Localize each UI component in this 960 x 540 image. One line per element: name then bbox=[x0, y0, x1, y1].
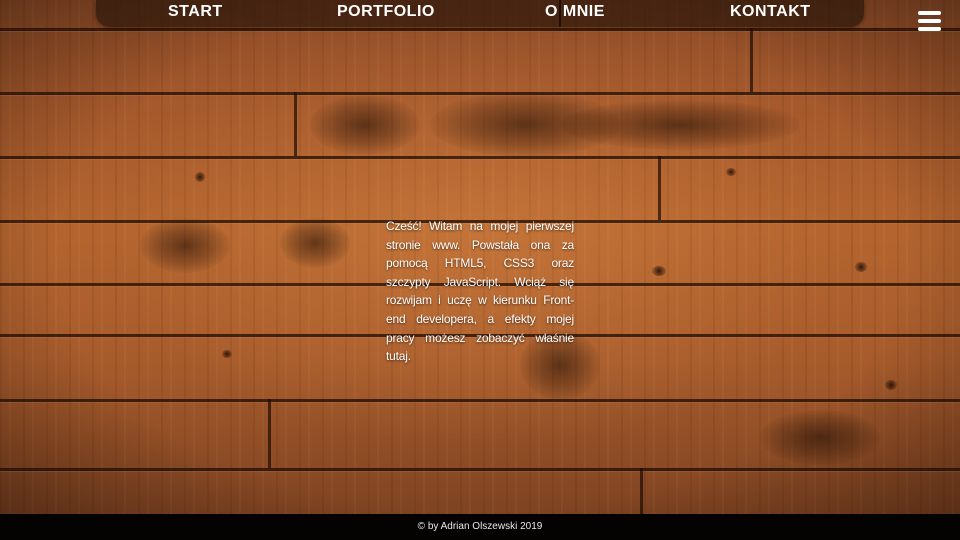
plank-joint bbox=[640, 468, 643, 514]
hamburger-bar bbox=[918, 19, 941, 23]
wood-stain bbox=[760, 410, 880, 465]
wood-stain bbox=[560, 100, 800, 150]
nav-link-start[interactable]: START bbox=[168, 3, 223, 21]
footer-copyright: © by Adrian Olszewski 2019 bbox=[417, 521, 543, 532]
wood-knot bbox=[195, 172, 205, 182]
intro-text: Cześć! Witam na mojej pierwszej stronie … bbox=[386, 219, 574, 364]
plank-seam bbox=[0, 156, 960, 159]
plank-seam bbox=[0, 468, 960, 471]
nav-link-o-mnie[interactable]: O MNIE bbox=[545, 3, 605, 21]
plank-joint bbox=[268, 399, 271, 468]
wood-knot bbox=[855, 262, 867, 272]
hamburger-bar bbox=[918, 27, 941, 31]
wood-knot bbox=[726, 168, 736, 176]
wood-knot bbox=[885, 380, 897, 390]
main-navigation: START PORTFOLIO O MNIE KONTAKT bbox=[96, 0, 864, 27]
footer: © by Adrian Olszewski 2019 bbox=[0, 514, 960, 540]
plank-seam bbox=[0, 92, 960, 95]
plank-seam bbox=[0, 28, 960, 31]
nav-link-kontakt[interactable]: KONTAKT bbox=[730, 3, 811, 21]
footprint-stain bbox=[310, 95, 420, 155]
plank-joint bbox=[294, 92, 297, 156]
plank-joint bbox=[750, 28, 753, 92]
plank-joint bbox=[658, 156, 661, 220]
nav-link-portfolio[interactable]: PORTFOLIO bbox=[337, 3, 435, 21]
wood-knot bbox=[652, 266, 666, 276]
footprint-stain bbox=[140, 218, 230, 273]
wood-knot bbox=[222, 350, 232, 358]
hamburger-bar bbox=[918, 11, 941, 15]
footprint-stain bbox=[280, 218, 350, 268]
plank-seam bbox=[0, 399, 960, 402]
hamburger-menu-icon[interactable] bbox=[918, 11, 941, 32]
